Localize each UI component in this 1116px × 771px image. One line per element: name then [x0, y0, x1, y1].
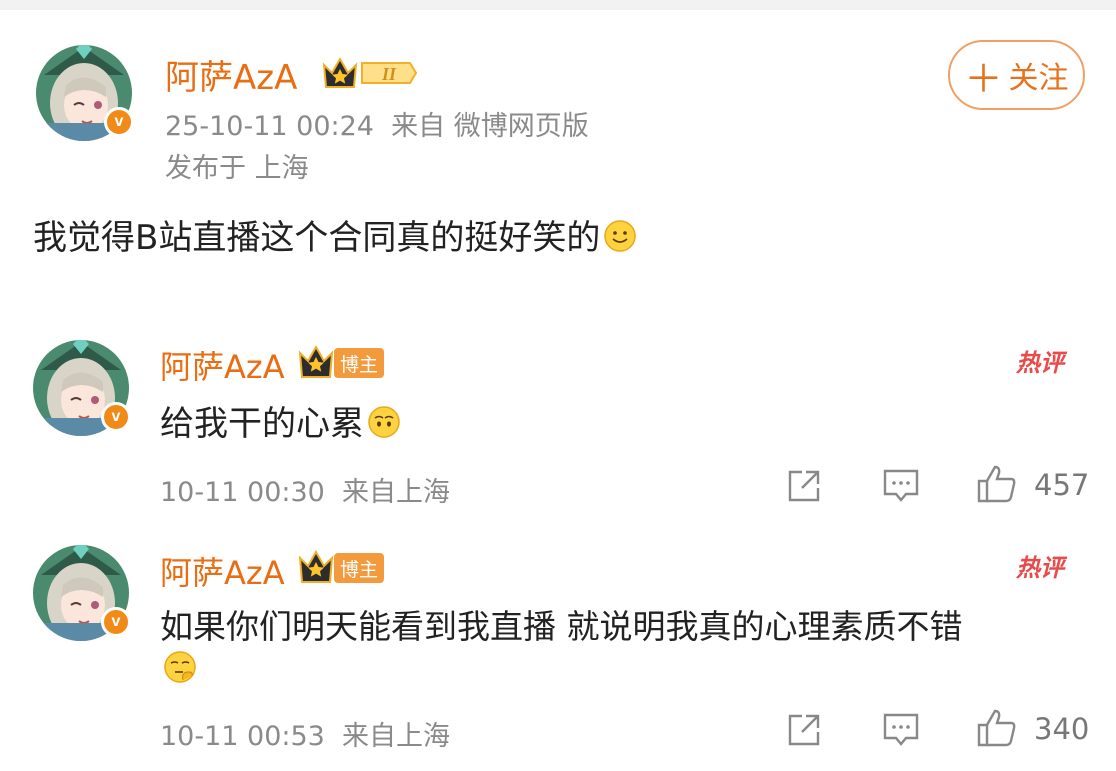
author-avatar[interactable]: v: [36, 45, 134, 141]
like-count: 340: [1034, 712, 1090, 746]
comment-meta: 10-11 00:30 来自上海: [160, 470, 450, 509]
like-icon[interactable]: [976, 708, 1018, 748]
thinking-emoji-icon: [164, 651, 196, 683]
comment-location: 来自上海: [342, 477, 451, 508]
comment-text: 给我干的心累: [160, 396, 401, 445]
comment-location: 来自上海: [342, 721, 451, 752]
post-time: 25-10-11 00:24: [165, 111, 374, 142]
comment-icon[interactable]: [882, 468, 920, 504]
comment-author-name[interactable]: 阿萨AzA: [160, 548, 285, 594]
comment-avatar[interactable]: v: [33, 340, 131, 436]
comment-icon[interactable]: [882, 712, 920, 748]
post-text: 我觉得B站直播这个合同真的挺好笑的: [33, 210, 637, 259]
like-count: 457: [1034, 468, 1090, 502]
post-author-name[interactable]: 阿萨AzA: [165, 50, 297, 99]
author-role-badge: 博主: [334, 348, 385, 378]
follow-button[interactable]: ＋ 关注: [948, 40, 1085, 110]
comment-avatar[interactable]: v: [33, 545, 131, 641]
vip-crown-icon: [298, 345, 334, 378]
post-meta: 25-10-11 00:24 来自 微博网页版: [165, 104, 589, 143]
comment-time: 10-11 00:53: [160, 721, 325, 752]
comment-author-name[interactable]: 阿萨AzA: [160, 342, 285, 388]
share-icon[interactable]: [786, 712, 822, 748]
post-source[interactable]: 来自 微博网页版: [391, 111, 589, 142]
like-icon[interactable]: [976, 464, 1018, 504]
post-location: 发布于 上海: [165, 153, 309, 184]
smile-emoji-icon: [604, 220, 637, 252]
comment-time: 10-11 00:30: [160, 477, 325, 508]
comment-meta: 10-11 00:53 来自上海: [160, 714, 450, 753]
author-role-badge: 博主: [334, 553, 385, 583]
plus-icon: ＋: [964, 56, 1003, 101]
vip-crown-icon: [298, 550, 334, 583]
tired-emoji-icon: [368, 406, 400, 438]
comment-text-content: 给我干的心累: [160, 404, 364, 444]
share-icon[interactable]: [786, 468, 822, 504]
hot-comment-badge: 热评: [1016, 349, 1064, 377]
verified-badge-icon: v: [104, 107, 134, 137]
vip-crown-icon: II: [322, 56, 418, 88]
verified-badge-icon: v: [101, 607, 131, 637]
post-text-content: 我觉得B站直播这个合同真的挺好笑的: [33, 218, 601, 258]
follow-label: 关注: [1008, 61, 1069, 96]
vip-level-text: II: [381, 64, 397, 84]
top-divider: [0, 0, 1116, 10]
verified-badge-icon: v: [101, 402, 131, 432]
comment-text: 如果你们明天能看到我直播 就说明我真的心理素质不错: [160, 607, 963, 646]
hot-comment-badge: 热评: [1016, 554, 1064, 582]
